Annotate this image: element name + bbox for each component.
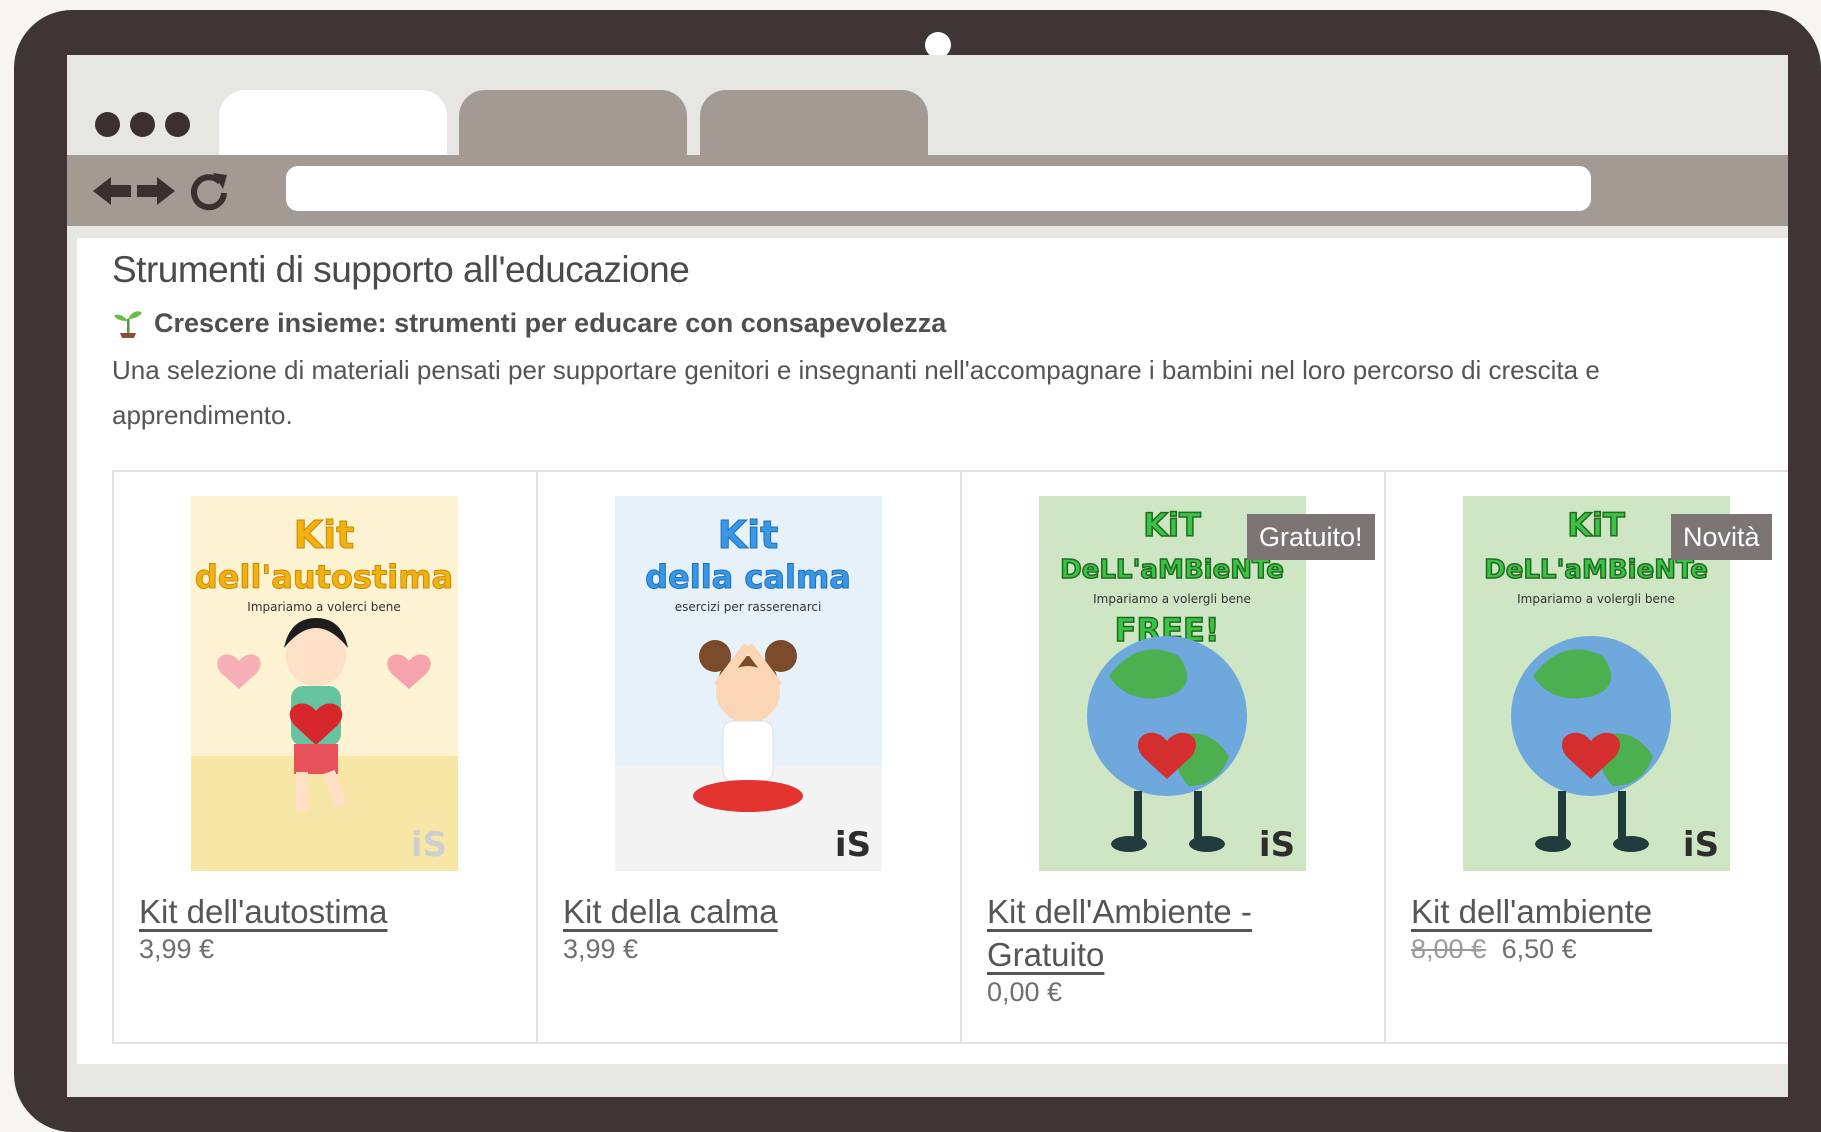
page-title: Strumenti di supporto all'educazione xyxy=(112,249,690,290)
product-price: 8,00 € 6,50 € xyxy=(1411,934,1577,965)
svg-text:Impariamo a volergli bene: Impariamo a volergli bene xyxy=(1093,592,1251,606)
product-grid: Kit dell'autostima Impariamo a volerci b… xyxy=(112,470,1788,1044)
kit-calma-cover-image: Kit della calma esercizi per rasserenarc… xyxy=(615,496,882,871)
svg-text:KiT: KiT xyxy=(1567,506,1625,544)
product-price: 3,99 € xyxy=(563,934,638,965)
product-price: 3,99 € xyxy=(139,934,214,965)
current-price: 3,99 € xyxy=(563,934,639,964)
window-dot[interactable] xyxy=(95,112,120,137)
subtitle-row: Crescere insieme: strumenti per educare … xyxy=(112,307,946,339)
svg-text:Kit: Kit xyxy=(718,513,779,557)
browser-tab-active[interactable] xyxy=(219,90,447,155)
section-subtitle: Crescere insieme: strumenti per educare … xyxy=(154,307,947,338)
old-price: 8,00 € xyxy=(1411,934,1487,964)
svg-text:iS: iS xyxy=(835,825,871,865)
browser-window: Strumenti di supporto all'educazione Cre… xyxy=(67,55,1788,1097)
web-page: Strumenti di supporto all'educazione Cre… xyxy=(77,238,1788,1064)
browser-tab[interactable] xyxy=(459,90,687,155)
svg-text:Impariamo a volergli bene: Impariamo a volergli bene xyxy=(1517,592,1675,606)
product-title-link[interactable]: Kit dell'ambiente xyxy=(1411,890,1788,933)
svg-text:iS: iS xyxy=(1683,825,1719,865)
address-bar[interactable] xyxy=(286,166,1591,211)
new-badge: Novità xyxy=(1671,514,1772,560)
current-price: 3,99 € xyxy=(139,934,215,964)
forward-arrow-icon[interactable] xyxy=(133,169,177,213)
current-price: 0,00 € xyxy=(987,977,1063,1007)
svg-text:KiT: KiT xyxy=(1143,506,1201,544)
svg-text:iS: iS xyxy=(411,825,447,865)
svg-text:della calma: della calma xyxy=(645,558,851,596)
svg-text:esercizi per rasserenarci: esercizi per rasserenarci xyxy=(675,600,822,614)
free-badge: Gratuito! xyxy=(1247,514,1375,560)
kit-autostima-cover-image: Kit dell'autostima Impariamo a volerci b… xyxy=(191,496,458,871)
product-card: Kit della calma esercizi per rasserenarc… xyxy=(538,472,962,1044)
product-card: KiT DeLL'aMBieNTe Impariamo a volergli b… xyxy=(1386,472,1788,1044)
product-image-link[interactable]: Kit dell'autostima Impariamo a volerci b… xyxy=(191,496,458,871)
product-card: KiT DeLL'aMBieNTe Impariamo a volergli b… xyxy=(962,472,1386,1044)
product-image-link[interactable]: Kit della calma esercizi per rasserenarc… xyxy=(615,496,882,871)
browser-tab[interactable] xyxy=(700,90,928,155)
svg-text:dell'autostima: dell'autostima xyxy=(195,558,453,596)
svg-text:iS: iS xyxy=(1259,825,1295,865)
current-price: 6,50 € xyxy=(1501,934,1577,964)
product-title-link[interactable]: Kit dell'autostima xyxy=(139,890,519,933)
device-frame: Strumenti di supporto all'educazione Cre… xyxy=(14,10,1821,1132)
product-price: 0,00 € xyxy=(987,977,1062,1008)
browser-toolbar xyxy=(67,155,1788,226)
window-dot[interactable] xyxy=(130,112,155,137)
back-arrow-icon[interactable] xyxy=(91,169,135,213)
sprout-icon xyxy=(114,311,142,338)
window-dot[interactable] xyxy=(165,112,190,137)
reload-icon[interactable] xyxy=(187,169,231,213)
svg-text:Impariamo a volerci bene: Impariamo a volerci bene xyxy=(247,600,400,614)
product-card: Kit dell'autostima Impariamo a volerci b… xyxy=(114,472,538,1044)
section-description: Una selezione di materiali pensati per s… xyxy=(112,355,1600,430)
product-title-link[interactable]: Kit della calma xyxy=(563,890,943,933)
product-title-link[interactable]: Kit dell'Ambiente - Gratuito xyxy=(987,890,1367,976)
svg-text:Kit: Kit xyxy=(294,513,355,557)
